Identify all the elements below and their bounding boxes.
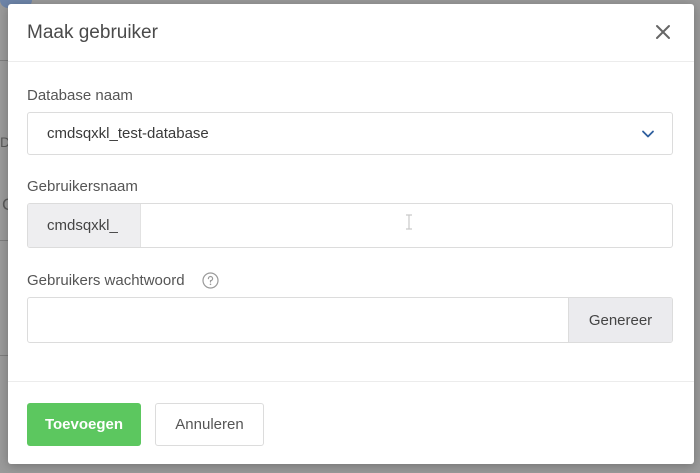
dialog-header: Maak gebruiker [8, 4, 694, 62]
dialog-footer: Toevoegen Annuleren [8, 381, 694, 464]
dialog-title: Maak gebruiker [27, 22, 158, 43]
username-prefix: cmdsqxkl_ [28, 204, 141, 247]
password-input-group: Genereer [27, 297, 673, 343]
add-button[interactable]: Toevoegen [27, 403, 141, 446]
cancel-button[interactable]: Annuleren [155, 403, 264, 446]
close-button[interactable] [652, 21, 674, 43]
background-divider [0, 240, 8, 241]
background-divider [0, 355, 8, 356]
text-cursor-icon [406, 214, 412, 230]
database-select-value: cmdsqxkl_test-database [47, 125, 209, 142]
username-prefix-text: cmdsqxkl_ [47, 217, 118, 234]
username-label: Gebruikersnaam [27, 178, 138, 195]
chevron-down-icon [642, 130, 654, 138]
database-name-label: Database naam [27, 87, 133, 104]
username-input-group: cmdsqxkl_ [27, 203, 673, 248]
background-divider [0, 60, 8, 61]
question-circle-icon[interactable] [202, 272, 219, 289]
password-label: Gebruikers wachtwoord [27, 272, 185, 289]
database-select[interactable]: cmdsqxkl_test-database [27, 112, 673, 155]
password-input[interactable] [28, 298, 570, 342]
generate-password-button[interactable]: Genereer [568, 298, 672, 342]
create-user-dialog: Maak gebruiker Database naam cmdsqxkl_te… [8, 4, 694, 464]
close-icon [656, 25, 670, 39]
